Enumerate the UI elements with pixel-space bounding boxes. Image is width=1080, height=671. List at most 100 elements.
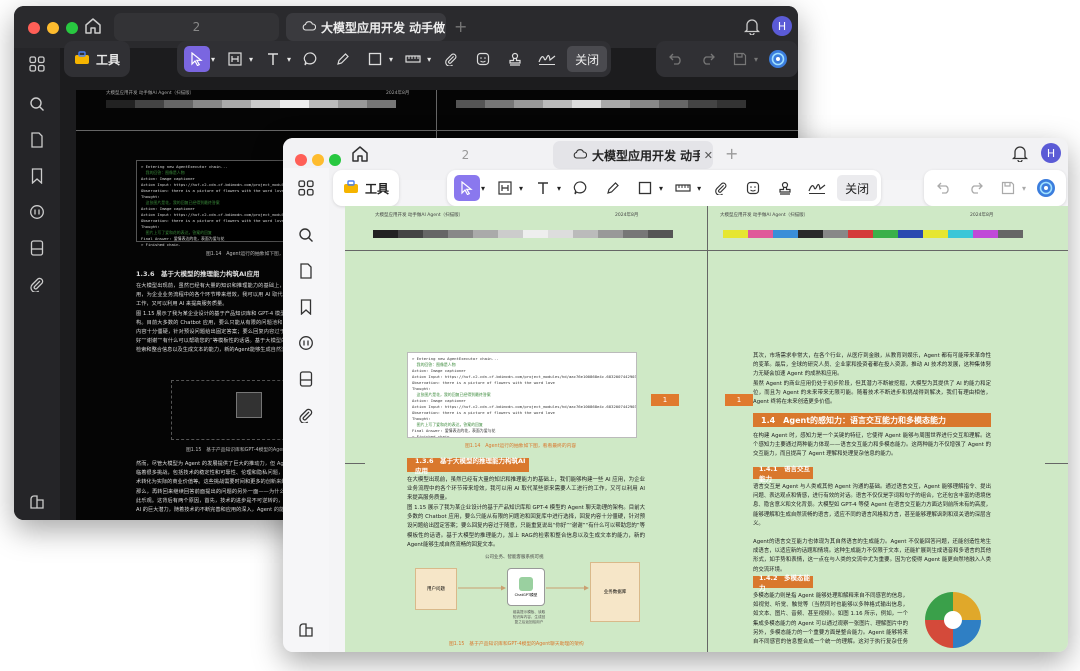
user-avatar[interactable]: H — [1041, 143, 1061, 163]
maximize-window-button[interactable] — [66, 22, 78, 34]
search-icon[interactable] — [25, 92, 49, 116]
user-avatar[interactable]: H — [772, 16, 792, 36]
shape-tool-button[interactable] — [362, 46, 388, 72]
redo-icon[interactable] — [695, 46, 721, 72]
chevron-down-icon[interactable]: ▾ — [389, 55, 393, 64]
tab-previous[interactable]: 2 — [383, 141, 548, 169]
text-box-tool-button[interactable] — [492, 175, 518, 201]
layers-icon[interactable] — [294, 618, 318, 642]
tab-previous[interactable]: 2 — [114, 13, 279, 41]
close-tools-button[interactable]: 关闭 — [837, 175, 878, 201]
thumbnails-icon[interactable] — [25, 52, 49, 76]
paragraph: 多模态能力则是指 Agent 能够处理和解释来自不同感官的信息，如视觉、听觉、触… — [753, 593, 908, 627]
paragraph: 在构建 Agent 时，感知力是一个关键的特征，它使得 Agent 能够与周围世… — [753, 433, 991, 458]
chevron-down-icon[interactable]: ▾ — [211, 55, 215, 64]
signature-tool-button[interactable] — [534, 46, 560, 72]
stamp-tool-button[interactable] — [502, 46, 528, 72]
page-icon[interactable] — [294, 259, 318, 283]
calibration-bar — [373, 230, 673, 238]
chevron-down-icon[interactable]: ▾ — [754, 55, 758, 64]
page-icon[interactable] — [25, 128, 49, 152]
tab-active[interactable]: 大模型应用开发 动手做 — [286, 13, 446, 41]
undo-icon[interactable] — [663, 46, 689, 72]
save-icon[interactable] — [727, 46, 753, 72]
close-window-button[interactable] — [295, 154, 307, 166]
figure-caption: 图1.14 Agent运行的抽象如下图，看看最终的内容 — [465, 444, 577, 449]
sticker-tool-button[interactable] — [740, 175, 766, 201]
bookmark-icon[interactable] — [294, 295, 318, 319]
redo-icon[interactable] — [963, 175, 989, 201]
search-icon[interactable] — [294, 223, 318, 247]
comment-tool-button[interactable] — [568, 175, 594, 201]
chevron-down-icon[interactable]: ▾ — [519, 184, 523, 193]
new-tab-plus-icon[interactable]: + — [725, 144, 738, 163]
close-label: 关闭 — [575, 52, 600, 67]
shape-tool-button[interactable] — [632, 175, 658, 201]
tab-number: 2 — [192, 20, 201, 34]
maximize-window-button[interactable] — [329, 154, 341, 166]
ruler-tool-button[interactable] — [400, 46, 426, 72]
attachment-tool-button[interactable] — [438, 46, 464, 72]
home-icon[interactable] — [349, 143, 371, 165]
home-icon[interactable] — [82, 15, 104, 37]
tab-close-icon[interactable]: ✕ — [704, 149, 713, 162]
paragraph: 语言交互是 Agent 与人类或其他 Agent 沟通的基础。通过语言交互，Ag… — [753, 484, 991, 527]
ai-chat-icon[interactable] — [294, 331, 318, 355]
comment-tool-button[interactable] — [298, 46, 324, 72]
chevron-down-icon[interactable]: ▾ — [249, 55, 253, 64]
stamp-tool-button[interactable] — [772, 175, 798, 201]
tools-menu-button[interactable]: 工具 — [333, 170, 400, 206]
new-tab-plus-icon[interactable]: + — [454, 17, 467, 36]
running-head: 大模型应用开发 动手做AI Agent（扫描版） — [720, 213, 809, 218]
diagram-arrows — [458, 585, 589, 591]
text-tool-button[interactable] — [260, 46, 286, 72]
select-tool-button[interactable] — [454, 175, 480, 201]
tab-active[interactable]: 大模型应用开发 动手做 ✕ — [553, 141, 713, 169]
minimize-window-button[interactable] — [312, 154, 324, 166]
minimize-window-button[interactable] — [47, 22, 59, 34]
attachment-icon[interactable] — [25, 272, 49, 296]
calibration-bar — [456, 100, 746, 108]
thumbnails-icon[interactable] — [294, 176, 318, 200]
layers-icon[interactable] — [25, 490, 49, 514]
save-icon[interactable] — [995, 175, 1021, 201]
close-window-button[interactable] — [28, 22, 40, 34]
ai-assistant-icon[interactable] — [765, 46, 791, 72]
chevron-down-icon[interactable]: ▾ — [481, 184, 485, 193]
chevron-down-icon[interactable]: ▾ — [659, 184, 663, 193]
ai-assistant-icon[interactable] — [1033, 175, 1059, 201]
close-tools-button[interactable]: 关闭 — [567, 46, 608, 72]
chevron-down-icon[interactable]: ▾ — [557, 184, 561, 193]
attachment-tool-button[interactable] — [708, 175, 734, 201]
paragraph: 在大模型出现前，虽然已经有大量的知识和推理能力的基础上，我们能够构建一些 AI … — [407, 477, 645, 502]
paragraph: 其次，市场需求非常大，在各个行业，从医疗到金融，从教育到娱乐，Agent 都有可… — [753, 353, 991, 378]
avatar-letter: H — [777, 19, 787, 33]
crop-mark — [76, 130, 798, 131]
chevron-down-icon[interactable]: ▾ — [697, 184, 701, 193]
tools-label: 工具 — [96, 52, 121, 67]
sticker-tool-button[interactable] — [470, 46, 496, 72]
pen-tool-button[interactable] — [330, 46, 356, 72]
chevron-down-icon[interactable]: ▾ — [427, 55, 431, 64]
text-tool-button[interactable] — [530, 175, 556, 201]
bookmark-icon[interactable] — [25, 164, 49, 188]
select-tool-button[interactable] — [184, 46, 210, 72]
tools-menu-button[interactable]: 工具 — [64, 41, 131, 77]
page-number-badge: 1 — [725, 394, 753, 406]
ai-chat-icon[interactable] — [25, 200, 49, 224]
paragraph: 另外，多模态能力的一个重要方面是整合能力。Agent 能够将来自不同感官的信息整… — [753, 630, 908, 646]
notification-bell-icon[interactable] — [743, 17, 761, 39]
text-box-tool-button[interactable] — [222, 46, 248, 72]
chevron-down-icon[interactable]: ▾ — [287, 55, 291, 64]
running-date: 2024年8月 — [386, 91, 410, 96]
chevron-down-icon[interactable]: ▾ — [1022, 184, 1026, 193]
storage-icon[interactable] — [294, 367, 318, 391]
notification-bell-icon[interactable] — [1011, 144, 1029, 166]
pen-tool-button[interactable] — [600, 175, 626, 201]
signature-tool-button[interactable] — [804, 175, 830, 201]
ruler-tool-button[interactable] — [670, 175, 696, 201]
storage-icon[interactable] — [25, 236, 49, 260]
attachment-icon[interactable] — [294, 403, 318, 427]
undo-icon[interactable] — [931, 175, 957, 201]
paragraph: Agent的语言交互能力也体现为其自然语言的生成能力。Agent 不仅能回答问题… — [753, 539, 991, 573]
